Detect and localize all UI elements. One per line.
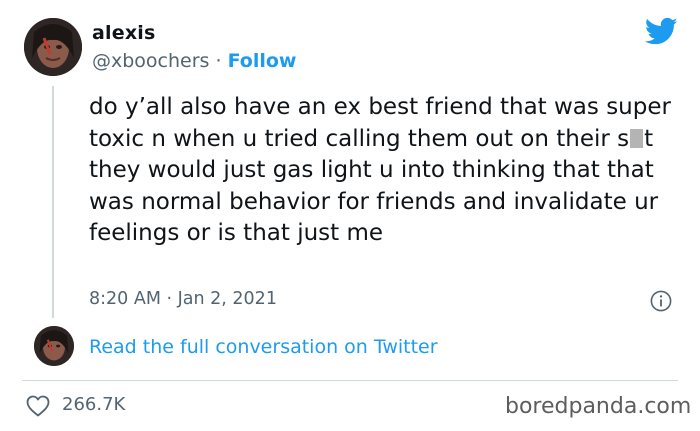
display-name[interactable]: alexis <box>92 22 156 44</box>
watermark: boredpanda.com <box>505 394 692 419</box>
tweet-card: alexis @xboochers · Follow do y’all also… <box>0 0 700 431</box>
handle-row: @xboochers · Follow <box>92 50 296 72</box>
info-icon[interactable] <box>650 290 672 312</box>
avatar-photo <box>24 18 82 76</box>
thread-line <box>52 86 54 318</box>
avatar[interactable] <box>24 18 82 76</box>
tweet-text-part-1: do y’all also have an ex best friend tha… <box>89 94 671 152</box>
twitter-bird-icon[interactable] <box>645 17 678 46</box>
censor-block <box>630 128 644 148</box>
read-conversation-link[interactable]: Read the full conversation on Twitter <box>89 336 438 358</box>
avatar-small[interactable] <box>34 326 74 366</box>
follow-button[interactable]: Follow <box>228 50 297 72</box>
heart-icon[interactable] <box>26 395 50 417</box>
tweet-timestamp[interactable]: 8:20 AM · Jan 2, 2021 <box>89 289 277 309</box>
like-count: 266.7K <box>62 394 126 415</box>
user-handle[interactable]: @xboochers <box>92 50 209 72</box>
handle-separator: · <box>209 50 228 72</box>
tweet-text: do y’all also have an ex best friend tha… <box>89 92 679 250</box>
avatar-small-photo <box>34 326 74 366</box>
divider <box>22 380 678 381</box>
